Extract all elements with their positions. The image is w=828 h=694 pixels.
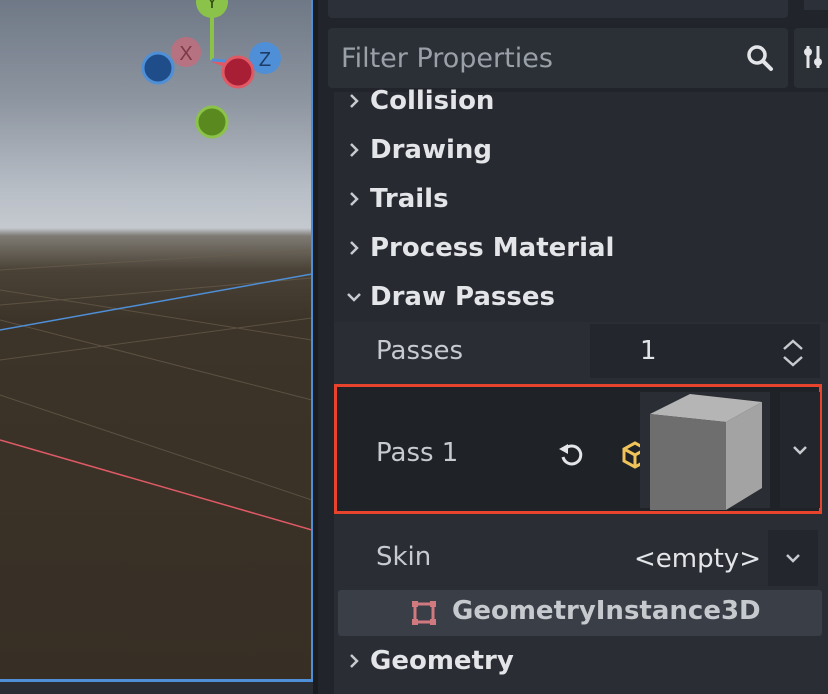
chevron-right-icon — [350, 94, 359, 108]
viewport-3d[interactable]: X Z Y — [0, 0, 312, 682]
chevron-down-icon — [347, 293, 361, 302]
gizmo-y-label: Y — [206, 0, 218, 12]
gizmo-z-label: Z — [259, 49, 271, 71]
chevron-down-icon — [793, 446, 807, 455]
chevron-right-icon — [350, 192, 359, 206]
category-geometryinstance3d: GeometryInstance3D — [338, 590, 822, 636]
section-label: Drawing — [370, 135, 493, 165]
section-label: Process Material — [370, 233, 615, 263]
x-axis-line — [0, 439, 312, 531]
section-trails[interactable]: Trails — [334, 176, 828, 222]
category-label: GeometryInstance3D — [452, 596, 761, 626]
inspector-top-button[interactable] — [804, 0, 828, 10]
chevron-right-icon — [350, 143, 359, 157]
view-gizmo: X Z Y — [141, 0, 281, 139]
section-drawing[interactable]: Drawing — [334, 127, 828, 173]
section-label: Collision — [370, 86, 495, 116]
box-mesh-preview[interactable] — [646, 392, 766, 510]
section-label: Trails — [370, 184, 449, 214]
pass1-dropdown-button[interactable] — [780, 392, 820, 508]
viewport-footer — [0, 682, 313, 694]
geometryinstance3d-icon — [412, 601, 436, 625]
chevron-right-icon — [350, 241, 359, 255]
scene-grid: X Z Y — [0, 0, 312, 531]
z-axis-line — [0, 273, 312, 331]
section-geometry[interactable]: Geometry — [334, 638, 828, 684]
section-label: Geometry — [370, 646, 514, 676]
chevron-right-icon — [350, 654, 359, 668]
section-label: Draw Passes — [370, 282, 555, 312]
section-process-material[interactable]: Process Material — [334, 225, 828, 271]
pass1-label: Pass 1 — [376, 438, 459, 468]
section-draw-passes[interactable]: Draw Passes — [334, 274, 828, 320]
skin-value[interactable]: <empty> — [634, 544, 761, 574]
revert-icon[interactable] — [556, 440, 586, 470]
inspector-panel: Collision Drawing Trails Process Materia… — [318, 0, 828, 694]
chevron-down-icon — [786, 554, 800, 563]
section-collision[interactable]: Collision — [334, 78, 828, 124]
property-list[interactable]: Collision Drawing Trails Process Materia… — [334, 86, 828, 694]
passes-label: Passes — [376, 336, 464, 366]
spinner-arrows-icon[interactable] — [780, 338, 806, 368]
gizmo-x — [221, 55, 255, 89]
skin-label: Skin — [376, 542, 432, 572]
gizmo-x-label: X — [179, 43, 192, 65]
resource-path-field[interactable] — [328, 0, 788, 18]
gizmo-neg-z — [141, 51, 175, 85]
search-icon — [747, 45, 773, 71]
skin-dropdown-button[interactable] — [768, 530, 818, 586]
gizmo-neg-y — [195, 105, 229, 139]
passes-value: 1 — [640, 336, 657, 366]
